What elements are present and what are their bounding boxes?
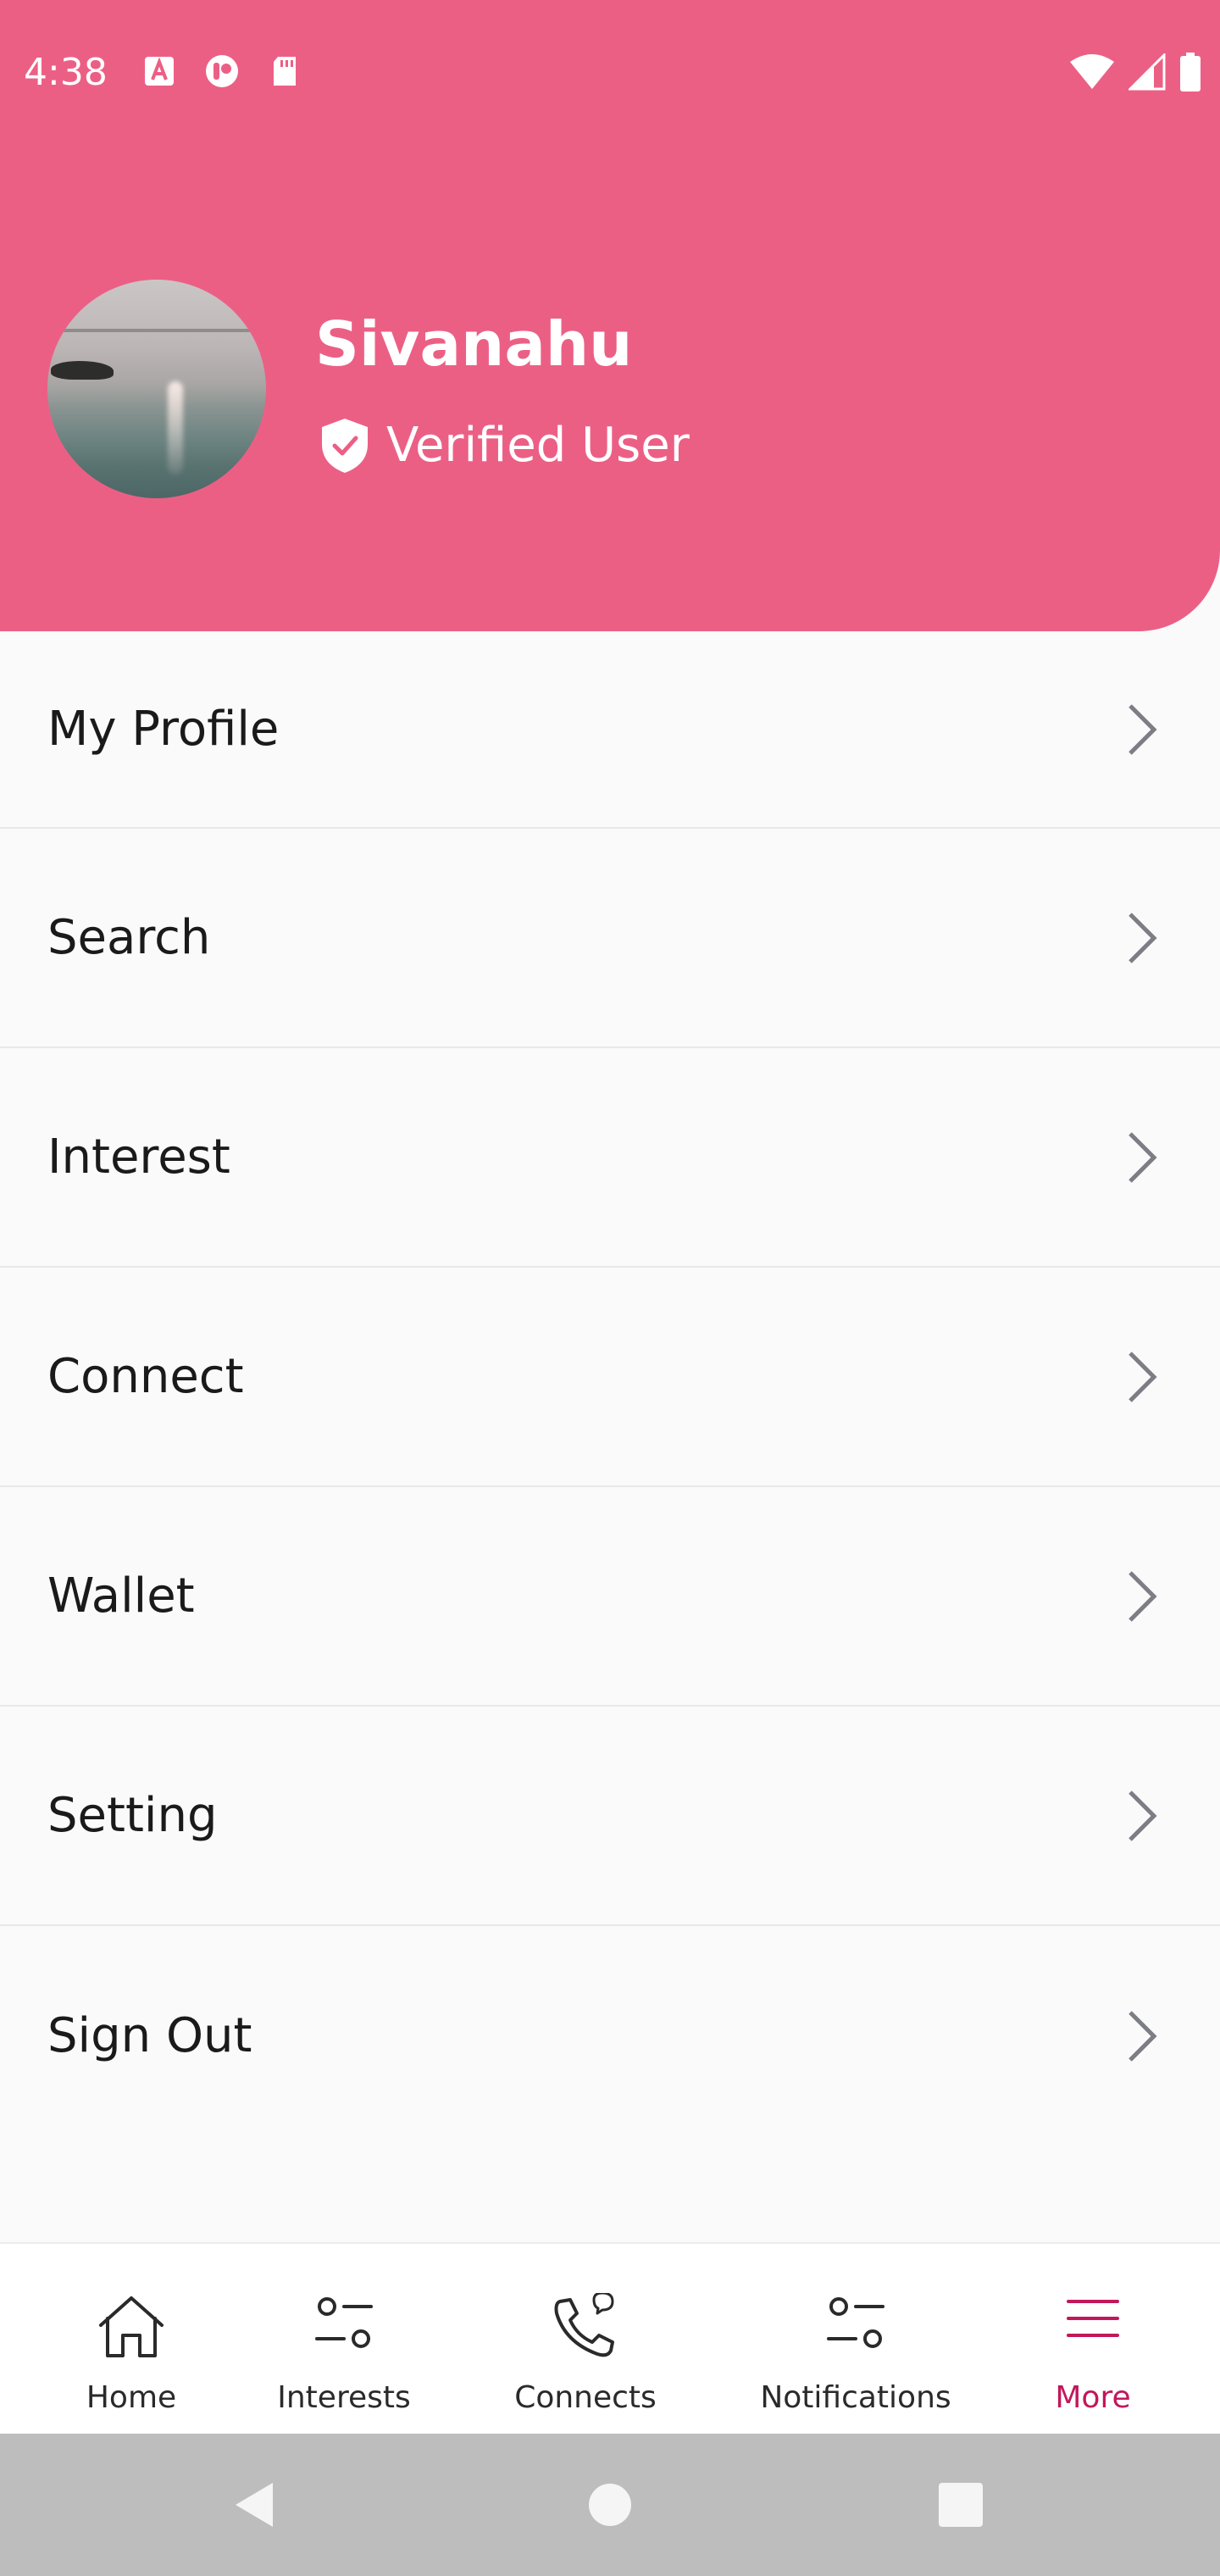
menu-item-label: Sign Out	[47, 2007, 252, 2063]
menu-item-setting[interactable]: Setting	[0, 1707, 1220, 1926]
home-icon	[99, 2296, 164, 2357]
menu-item-label: Interest	[47, 1129, 230, 1185]
menu-icon	[1067, 2300, 1119, 2337]
sd-card-icon	[274, 57, 296, 86]
avatar[interactable]	[47, 280, 266, 498]
chevron-right-icon	[1128, 1790, 1157, 1841]
avatar-reflection	[168, 381, 183, 475]
nav-label: Connects	[514, 2380, 657, 2415]
shield-check-icon	[322, 419, 368, 473]
toggles-icon	[315, 2297, 373, 2348]
toggles-icon	[827, 2297, 884, 2348]
nav-notifications[interactable]: Notifications	[746, 2244, 966, 2435]
menu-item-label: Connect	[47, 1348, 244, 1404]
battery-icon	[1180, 53, 1201, 92]
wifi-icon	[1070, 54, 1114, 89]
menu-item-interest[interactable]: Interest	[0, 1048, 1220, 1268]
chevron-right-icon	[1128, 912, 1157, 963]
menu-item-sign-out[interactable]: Sign Out	[0, 1926, 1220, 2146]
menu-item-my-profile[interactable]: My Profile	[0, 631, 1220, 829]
nav-label: Home	[86, 2380, 177, 2415]
system-nav-bar	[0, 2434, 1220, 2576]
menu-item-label: My Profile	[47, 701, 280, 757]
menu-item-search[interactable]: Search	[0, 829, 1220, 1048]
menu-item-connect[interactable]: Connect	[0, 1268, 1220, 1487]
circle-app-icon	[206, 55, 238, 87]
avatar-rock	[51, 361, 114, 380]
menu-item-wallet[interactable]: Wallet	[0, 1487, 1220, 1707]
chevron-right-icon	[1128, 2010, 1157, 2062]
nav-home[interactable]: Home	[51, 2244, 212, 2435]
status-time: 4:38	[24, 51, 108, 94]
menu-item-label: Setting	[47, 1787, 218, 1843]
avatar-horizon	[47, 329, 266, 332]
text-a-icon	[145, 57, 174, 86]
chevron-right-icon	[1128, 703, 1157, 755]
status-bar: 4:38	[0, 0, 1220, 146]
chevron-right-icon	[1128, 1131, 1157, 1183]
profile-header: 4:38 Sivanahu Verified User	[0, 0, 1220, 631]
bottom-nav: Home Interests Connects Notifications Mo…	[0, 2242, 1220, 2434]
nav-interests[interactable]: Interests	[259, 2244, 429, 2435]
nav-label: More	[1055, 2380, 1131, 2415]
back-triangle-icon[interactable]	[232, 2479, 276, 2530]
verified-text: Verified User	[386, 418, 690, 473]
menu-list: My Profile Search Interest Connect Walle…	[0, 631, 1220, 2146]
menu-item-label: Search	[47, 909, 211, 965]
status-right-icons	[1069, 53, 1201, 92]
recents-square-icon[interactable]	[937, 2481, 984, 2529]
cell-signal-icon	[1128, 53, 1166, 91]
nav-label: Interests	[277, 2380, 411, 2415]
verified-badge: Verified User	[319, 415, 690, 476]
screen: 4:38 Sivanahu Verified User My Profile S…	[0, 0, 1220, 2576]
chevron-right-icon	[1128, 1351, 1157, 1402]
user-name: Sivanahu	[315, 308, 633, 380]
menu-item-label: Wallet	[47, 1568, 195, 1624]
nav-more[interactable]: More	[1025, 2244, 1161, 2435]
status-left-icons	[142, 54, 302, 88]
phone-chat-icon	[554, 2293, 614, 2357]
chevron-right-icon	[1128, 1570, 1157, 1622]
nav-label: Notifications	[760, 2380, 951, 2415]
nav-connects[interactable]: Connects	[496, 2244, 674, 2435]
home-circle-icon[interactable]	[587, 2482, 633, 2528]
